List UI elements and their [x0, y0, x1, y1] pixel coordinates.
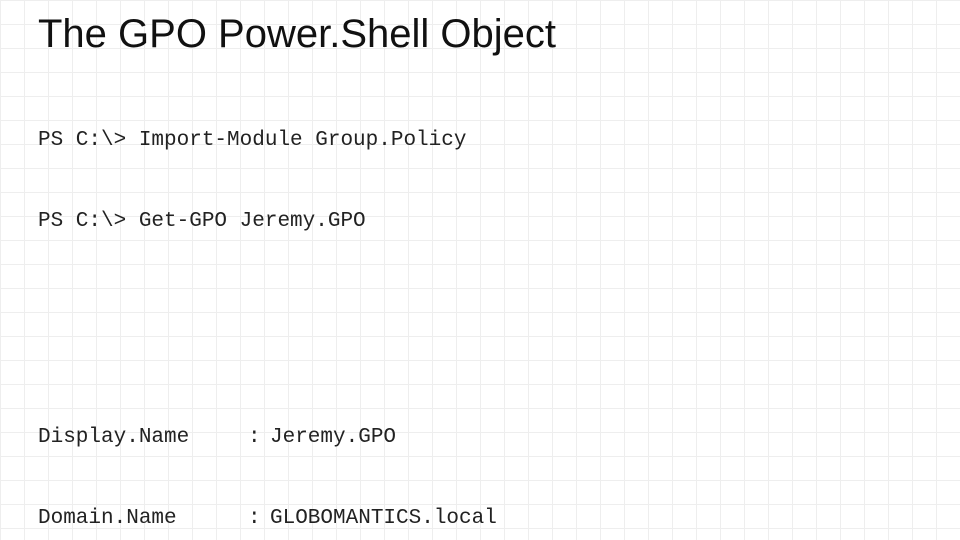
- prompt-line-1: PS C:\> Import-Module Group.Policy: [38, 127, 922, 154]
- output-colon: :: [248, 505, 270, 532]
- blank-spacer: [38, 289, 922, 343]
- output-value: Jeremy.GPO: [270, 424, 396, 451]
- output-row: Domain.Name:GLOBOMANTICS.local: [38, 505, 922, 532]
- prompt-line-2: PS C:\> Get-GPO Jeremy.GPO: [38, 208, 922, 235]
- output-value: GLOBOMANTICS.local: [270, 505, 497, 532]
- slide-title: The GPO Power.Shell Object: [38, 12, 922, 57]
- output-key: Display.Name: [38, 424, 248, 451]
- output-colon: :: [248, 424, 270, 451]
- output-key: Domain.Name: [38, 505, 248, 532]
- terminal-block: PS C:\> Import-Module Group.Policy PS C:…: [38, 73, 922, 540]
- output-row: Display.Name:Jeremy.GPO: [38, 424, 922, 451]
